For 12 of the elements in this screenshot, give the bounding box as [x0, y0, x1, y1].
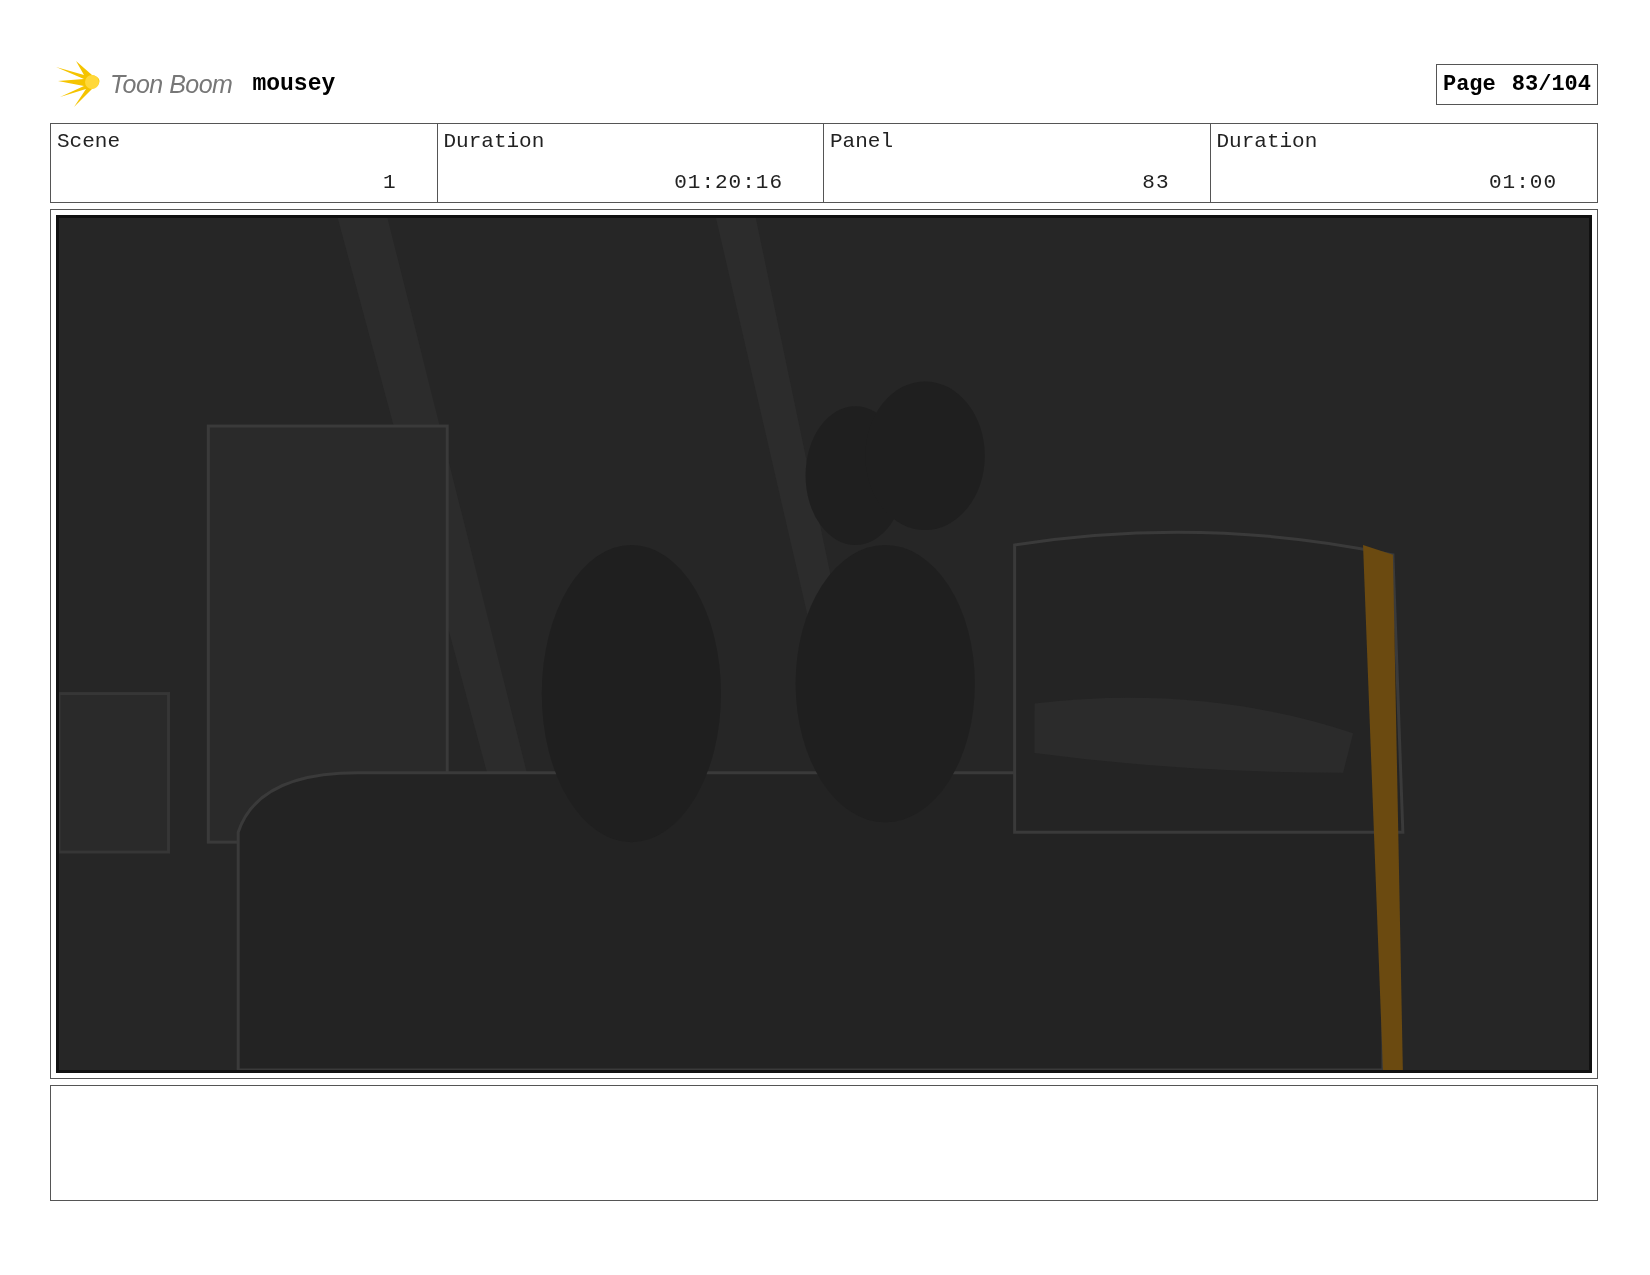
- info-value: 1: [381, 171, 397, 194]
- info-label: Duration: [443, 130, 546, 153]
- page-number: 83/104: [1511, 71, 1591, 97]
- project-name: mousey: [252, 71, 336, 97]
- info-label: Panel: [830, 130, 894, 153]
- info-value: 01:00: [1488, 171, 1557, 194]
- info-value: 01:20:16: [673, 171, 783, 194]
- info-value: 83: [1141, 171, 1170, 194]
- info-label: Duration: [1216, 130, 1319, 153]
- info-label: Scene: [57, 130, 121, 153]
- logo-text: Toon Boom: [110, 69, 233, 99]
- page-label: Page: [1442, 71, 1496, 97]
